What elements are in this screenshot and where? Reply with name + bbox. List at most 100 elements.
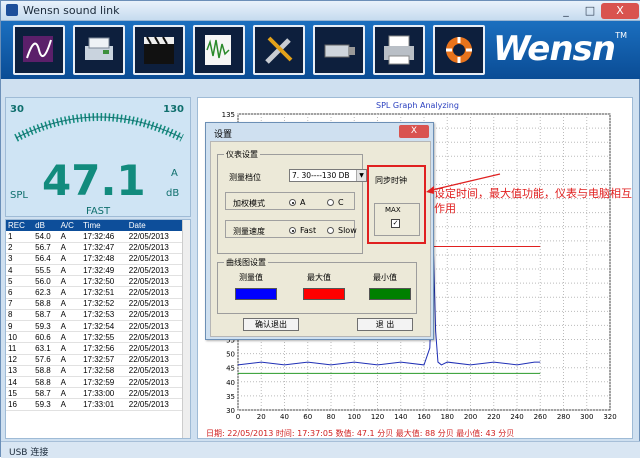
measured-color-swatch[interactable] xyxy=(235,288,277,300)
table-cell: 17:32:53 xyxy=(81,309,127,322)
x-tick-label: 240 xyxy=(510,413,523,420)
x-tick-label: 40 xyxy=(280,413,289,420)
table-cell: 63.1 xyxy=(33,342,59,355)
column-header[interactable]: A/C xyxy=(58,220,82,231)
curve-group-label: 曲线图设置 xyxy=(224,257,268,268)
unit-a: A xyxy=(171,168,178,179)
table-cell: A xyxy=(58,298,82,310)
table-cell: 22/05/2013 xyxy=(126,309,184,322)
x-tick-label: 100 xyxy=(348,413,361,420)
meter-group-label: 仪表设置 xyxy=(224,149,260,160)
table-scrollbar[interactable] xyxy=(182,220,190,438)
table-cell: 22/05/2013 xyxy=(126,342,184,355)
table-row[interactable]: 12 57.6 A 17:32:57 22/05/2013 xyxy=(6,354,184,366)
max-group: MAX ✓ xyxy=(374,203,420,236)
table-cell: A xyxy=(58,320,82,333)
range-label: 测量档位 xyxy=(229,173,261,182)
sync-highlight-box: 同步时钟 MAX ✓ xyxy=(367,165,426,244)
table-row[interactable]: 7 58.8 A 17:32:52 22/05/2013 xyxy=(6,298,184,310)
range-select[interactable]: 7. 30----130 DB ▼ xyxy=(289,169,367,182)
table-cell: A xyxy=(58,309,82,322)
printer-icon[interactable] xyxy=(373,25,425,75)
table-cell: 22/05/2013 xyxy=(126,253,184,266)
maximize-button[interactable]: □ xyxy=(579,3,601,19)
table-cell: A xyxy=(58,275,82,288)
weight-c-label: C xyxy=(338,198,344,207)
table-row[interactable]: 2 56.7 A 17:32:47 22/05/2013 xyxy=(6,242,184,254)
x-tick-label: 200 xyxy=(464,413,477,420)
table-row[interactable]: 6 62.3 A 17:32:51 22/05/2013 xyxy=(6,286,184,299)
weight-a-radio[interactable] xyxy=(289,199,296,206)
graph-status-line: 日期: 22/05/2013 时间: 17:37:05 数值: 47.1 分贝 … xyxy=(206,429,515,438)
exit-button[interactable]: 退 出 xyxy=(357,318,413,331)
spl-meter: 30 130 47.1 SPL A dB FAST xyxy=(5,97,191,217)
x-tick-label: 300 xyxy=(580,413,593,420)
status-bar: USB 连接 xyxy=(1,441,640,458)
table-row[interactable]: 14 58.8 A 17:32:59 22/05/2013 xyxy=(6,376,184,389)
table-cell: 56.7 xyxy=(33,242,59,254)
table-cell: 17:32:54 xyxy=(81,320,127,333)
y-tick-label: 30 xyxy=(226,407,235,415)
table-cell: 22/05/2013 xyxy=(126,376,184,389)
max-color-swatch[interactable] xyxy=(303,288,345,300)
table-row[interactable]: 8 58.7 A 17:32:53 22/05/2013 xyxy=(6,309,184,322)
dialog-close-button[interactable]: X xyxy=(399,125,429,138)
x-tick-label: 160 xyxy=(417,413,430,420)
record-table: REC dB A/C Time Date 1 54.0 A 17:32:46 22/05/201… xyxy=(5,219,191,439)
table-cell: 22/05/2013 xyxy=(126,286,184,299)
table-row[interactable]: 15 58.7 A 17:33:00 22/05/2013 xyxy=(6,387,184,400)
speed-fast-radio[interactable] xyxy=(289,227,296,234)
weight-c-radio[interactable] xyxy=(327,199,334,206)
column-header[interactable]: REC xyxy=(6,220,34,231)
y-tick-label: 40 xyxy=(226,379,235,387)
x-tick-label: 140 xyxy=(394,413,407,420)
wrench-icon[interactable] xyxy=(253,25,305,75)
table-cell: A xyxy=(58,231,82,243)
column-header[interactable]: Date xyxy=(126,220,184,231)
speed-slow-radio[interactable] xyxy=(327,227,334,234)
table-cell: 17:32:50 xyxy=(81,275,127,288)
close-button[interactable]: X xyxy=(601,3,639,19)
minimize-button[interactable]: _ xyxy=(555,3,577,19)
table-cell: 22/05/2013 xyxy=(126,298,184,310)
curve-tool-icon[interactable] xyxy=(13,25,65,75)
table-row[interactable]: 13 58.8 A 17:32:58 22/05/2013 xyxy=(6,365,184,377)
column-header[interactable]: dB xyxy=(33,220,59,231)
table-row[interactable]: 4 55.5 A 17:32:49 22/05/2013 xyxy=(6,264,184,277)
table-cell: 4 xyxy=(6,264,34,277)
table-cell: 17:32:49 xyxy=(81,264,127,277)
table-row[interactable]: 16 59.3 A 17:33:01 22/05/2013 xyxy=(6,398,184,411)
x-tick-label: 120 xyxy=(371,413,384,420)
speed-slow-label: Slow xyxy=(338,226,357,235)
table-row[interactable]: 10 60.6 A 17:32:55 22/05/2013 xyxy=(6,331,184,344)
table-row[interactable]: 5 56.0 A 17:32:50 22/05/2013 xyxy=(6,275,184,288)
waveform-icon[interactable] xyxy=(193,25,245,75)
table-cell: 22/05/2013 xyxy=(126,275,184,288)
min-color-swatch[interactable] xyxy=(369,288,411,300)
usb-drive-icon[interactable] xyxy=(313,25,365,75)
weight-a-label: A xyxy=(300,198,306,207)
column-header[interactable]: Time xyxy=(81,220,127,231)
table-cell: 59.3 xyxy=(33,320,59,333)
table-row[interactable]: 9 59.3 A 17:32:54 22/05/2013 xyxy=(6,320,184,333)
max-value-label: 最大值 xyxy=(307,273,331,282)
table-cell: A xyxy=(58,242,82,254)
window-title: Wensn sound link xyxy=(23,4,120,17)
table-cell: 22/05/2013 xyxy=(126,264,184,277)
x-tick-label: 260 xyxy=(534,413,547,420)
table-cell: A xyxy=(58,387,82,400)
table-cell: 5 xyxy=(6,275,34,288)
table-cell: 62.3 xyxy=(33,286,59,299)
disk-save-icon[interactable] xyxy=(73,25,125,75)
lifebuoy-icon[interactable] xyxy=(433,25,485,75)
clapperboard-icon[interactable] xyxy=(133,25,185,75)
max-checkbox[interactable]: ✓ xyxy=(391,219,400,228)
table-cell: A xyxy=(58,331,82,344)
confirm-exit-button[interactable]: 确认退出 xyxy=(243,318,299,331)
x-tick-label: 0 xyxy=(236,413,240,420)
table-row[interactable]: 3 56.4 A 17:32:48 22/05/2013 xyxy=(6,253,184,266)
table-row[interactable]: 1 54.0 A 17:32:46 22/05/2013 xyxy=(6,231,184,243)
table-row[interactable]: 11 63.1 A 17:32:56 22/05/2013 xyxy=(6,342,184,355)
table-cell: 58.8 xyxy=(33,376,59,389)
app-icon xyxy=(6,4,18,16)
